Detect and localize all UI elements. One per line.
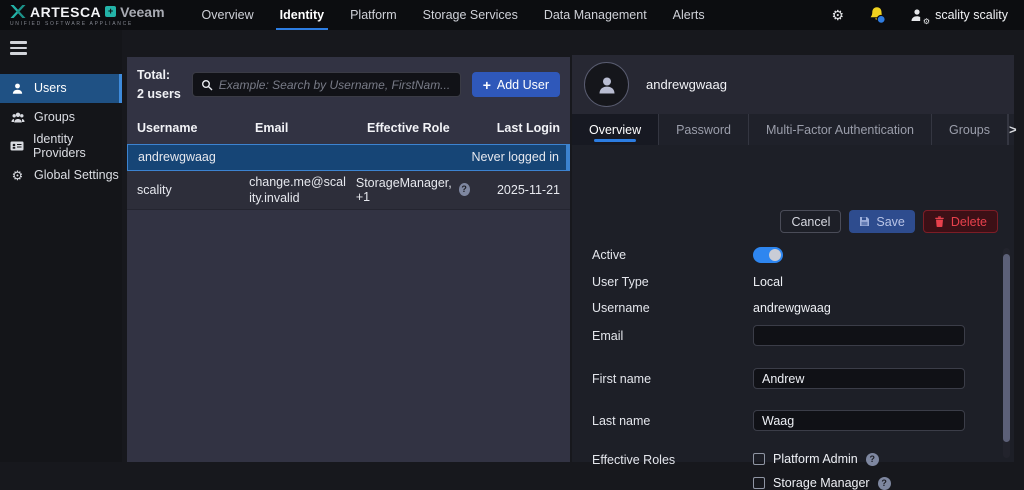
gear-icon: ⚙ xyxy=(10,169,25,182)
nav-overview[interactable]: Overview xyxy=(189,0,267,30)
cell-username: scality xyxy=(137,183,249,197)
user-icon xyxy=(10,82,25,95)
table-row-scality[interactable]: scality change.me@scality.invalid Storag… xyxy=(127,171,570,211)
settings-gear-icon[interactable]: ⚙ xyxy=(832,8,845,22)
user-type-label: User Type xyxy=(592,275,753,289)
notifications-bell-icon[interactable] xyxy=(868,6,886,24)
cell-effective-role: StorageManager, +1 xyxy=(356,176,454,204)
more-tabs-chevron-icon[interactable]: > xyxy=(1008,114,1017,145)
sidebar-item-label: Groups xyxy=(34,110,75,124)
cancel-button[interactable]: Cancel xyxy=(780,210,841,233)
hamburger-menu-icon[interactable] xyxy=(10,41,27,55)
user-gear-icon: ⚙ xyxy=(910,8,927,23)
tab-mfa[interactable]: Multi-Factor Authentication xyxy=(749,114,932,145)
cell-email: change.me@scality.invalid xyxy=(249,174,356,207)
save-button[interactable]: Save xyxy=(849,210,915,233)
email-field[interactable] xyxy=(753,325,965,346)
id-card-icon xyxy=(10,140,24,152)
username-value: andrewgwaag xyxy=(753,301,831,315)
scrollbar-thumb[interactable] xyxy=(1003,254,1010,442)
search-icon xyxy=(201,79,213,91)
last-name-label: Last name xyxy=(592,414,753,428)
tab-password[interactable]: Password xyxy=(659,114,749,145)
cell-username: andrewgwaag xyxy=(138,150,256,164)
col-email: Email xyxy=(255,121,367,135)
brand-partner: Veeam xyxy=(120,4,164,20)
nav-platform[interactable]: Platform xyxy=(337,0,410,30)
username-label: Username xyxy=(592,301,753,315)
brand-tagline: UNIFIED SOFTWARE APPLIANCE xyxy=(10,21,165,27)
sidebar-item-groups[interactable]: Groups xyxy=(0,103,122,132)
platform-admin-label: Platform Admin xyxy=(773,452,858,466)
floppy-icon xyxy=(859,216,870,227)
nav-data-management[interactable]: Data Management xyxy=(531,0,660,30)
brand-name: ARTESCA xyxy=(30,4,101,20)
sidebar: Users Groups xyxy=(0,30,122,462)
nav-identity[interactable]: Identity xyxy=(267,0,337,30)
tab-overview[interactable]: Overview xyxy=(572,114,659,145)
col-last-login: Last Login xyxy=(465,121,560,135)
users-table-header: Username Email Effective Role Last Login xyxy=(127,115,570,144)
sidebar-item-identity-providers[interactable]: Identity Providers xyxy=(0,132,122,161)
last-name-field[interactable] xyxy=(753,410,965,431)
sidebar-item-global-settings[interactable]: ⚙ Global Settings xyxy=(0,161,122,190)
account-name: scality scality xyxy=(935,8,1008,22)
detail-tabs: Overview Password Multi-Factor Authentic… xyxy=(572,114,1014,145)
first-name-field[interactable] xyxy=(753,368,965,389)
help-icon[interactable]: ? xyxy=(878,477,891,490)
delete-button[interactable]: Delete xyxy=(923,210,998,233)
platform-admin-checkbox[interactable] xyxy=(753,453,765,465)
sidebar-item-label: Users xyxy=(34,81,67,95)
artesca-mark-icon xyxy=(10,4,26,19)
email-label: Email xyxy=(592,329,753,343)
plus-square-icon: + xyxy=(105,6,116,17)
help-icon[interactable]: ? xyxy=(459,183,470,196)
storage-manager-checkbox[interactable] xyxy=(753,477,765,489)
first-name-label: First name xyxy=(592,372,753,386)
user-type-value: Local xyxy=(753,275,783,289)
avatar xyxy=(584,62,629,107)
col-effective-role: Effective Role xyxy=(367,121,465,135)
detail-header: andrewgwaag xyxy=(572,55,1014,114)
plus-icon: + xyxy=(483,78,491,92)
overview-form: Cancel Save xyxy=(572,200,1014,462)
users-total: Total: 2 users xyxy=(137,66,181,104)
nav-storage-services[interactable]: Storage Services xyxy=(410,0,531,30)
col-username: Username xyxy=(137,121,255,135)
user-search xyxy=(192,72,461,97)
storage-manager-label: Storage Manager xyxy=(773,476,870,490)
help-icon[interactable]: ? xyxy=(866,453,879,466)
sidebar-item-label: Global Settings xyxy=(34,168,119,182)
sidebar-item-users[interactable]: Users xyxy=(0,74,122,103)
topbar: ARTESCA + Veeam UNIFIED SOFTWARE APPLIAN… xyxy=(0,0,1024,30)
active-toggle[interactable] xyxy=(753,247,783,263)
detail-title: andrewgwaag xyxy=(646,77,727,92)
main-nav: Overview Identity Platform Storage Servi… xyxy=(189,0,718,30)
users-list-panel: Total: 2 users + Add User Username Email… xyxy=(127,57,570,462)
add-user-button[interactable]: + Add User xyxy=(472,72,560,97)
users-total-count: 2 users xyxy=(137,85,181,104)
account-menu[interactable]: ⚙ scality scality xyxy=(910,8,1008,23)
effective-roles-label: Effective Roles xyxy=(592,453,753,467)
vertical-scrollbar[interactable] xyxy=(1003,248,1010,458)
trash-icon xyxy=(934,216,945,227)
cell-last-login: Never logged in xyxy=(464,150,559,164)
table-row-andrewgwaag[interactable]: andrewgwaag Never logged in xyxy=(127,144,570,171)
sidebar-item-label: Identity Providers xyxy=(33,132,122,160)
groups-icon xyxy=(10,111,25,124)
cell-last-login: 2025-11-21 xyxy=(470,183,560,197)
user-detail-panel: andrewgwaag Overview Password Multi-Fact… xyxy=(572,55,1014,462)
nav-alerts[interactable]: Alerts xyxy=(660,0,718,30)
active-label: Active xyxy=(592,248,753,262)
tab-groups[interactable]: Groups xyxy=(932,114,1008,145)
search-input[interactable] xyxy=(219,78,452,92)
brand-logo: ARTESCA + Veeam UNIFIED SOFTWARE APPLIAN… xyxy=(10,4,165,27)
